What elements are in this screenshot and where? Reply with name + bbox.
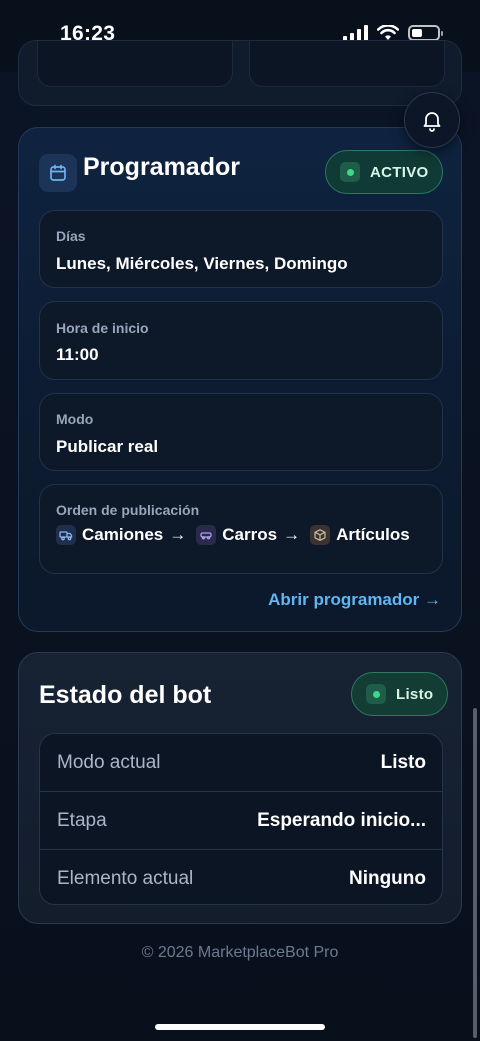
table-row: Etapa Esperando inicio... (40, 792, 442, 849)
cellular-signal-icon (343, 25, 368, 41)
status-dot-icon (372, 690, 380, 698)
order-item-label: Carros (222, 525, 278, 544)
bot-status-title: Estado del bot (39, 681, 212, 709)
days-label: Días (56, 228, 86, 244)
start-time-label: Hora de inicio (56, 320, 149, 336)
battery-icon (408, 25, 443, 41)
days-value: Lunes, Miércoles, Viernes, Domingo (56, 254, 348, 273)
order-arrow: → (169, 525, 187, 544)
scheduler-status-badge: ACTIVO (325, 150, 444, 194)
row-key: Modo actual (57, 751, 161, 773)
table-row: Elemento actual Ninguno (40, 850, 442, 904)
notification-bell-button[interactable] (404, 92, 460, 148)
box-icon (310, 525, 331, 545)
bot-status-badge-label: Listo (396, 685, 434, 703)
row-value: Esperando inicio... (257, 809, 426, 831)
car-icon (196, 525, 217, 545)
calendar-icon (39, 154, 77, 192)
bot-status-table: Modo actual Listo Etapa Esperando inicio… (39, 733, 443, 905)
start-time-value: 11:00 (56, 345, 99, 364)
bot-status-badge: Listo (351, 672, 449, 716)
previous-card-tile (249, 41, 445, 87)
order-arrow: → (283, 525, 301, 544)
home-indicator[interactable] (155, 1024, 325, 1030)
row-value: Ninguno (348, 867, 426, 889)
open-scheduler-link[interactable]: Abrir programador → (268, 590, 441, 610)
order-item-label: Camiones (82, 525, 164, 544)
table-row: Modo actual Listo (40, 734, 442, 791)
scheduler-card: Programador ACTIVO Días Lunes, Miércoles… (18, 127, 462, 632)
order-list: Camiones → Carros → Artículos (56, 525, 410, 545)
mode-value: Publicar real (56, 437, 159, 456)
start-time-field: Hora de inicio 11:00 (39, 301, 443, 380)
truck-icon (56, 525, 76, 545)
scheduler-status-label: ACTIVO (370, 163, 429, 181)
bot-status-card: Estado del bot Listo Modo actual Listo E… (18, 652, 462, 924)
bell-icon (423, 112, 441, 132)
mode-label: Modo (56, 411, 94, 427)
days-field: Días Lunes, Miércoles, Viernes, Domingo (39, 210, 443, 288)
order-label: Orden de publicación (56, 502, 200, 518)
scheduler-title: Programador (83, 153, 240, 181)
mode-field: Modo Publicar real (39, 393, 443, 471)
row-key: Etapa (57, 809, 107, 831)
row-key: Elemento actual (57, 867, 194, 889)
order-field: Orden de publicación Camiones → Carros → (39, 484, 443, 574)
status-dot-icon (346, 168, 354, 176)
footer-copyright: © 2026 MarketplaceBot Pro (141, 944, 339, 961)
order-item-label: Artículos (336, 525, 410, 544)
scrollbar[interactable] (473, 708, 477, 1038)
previous-card (18, 40, 462, 106)
previous-card-tile (37, 41, 233, 87)
wifi-icon (377, 25, 399, 40)
status-icons (343, 25, 443, 41)
row-value: Listo (380, 751, 426, 773)
